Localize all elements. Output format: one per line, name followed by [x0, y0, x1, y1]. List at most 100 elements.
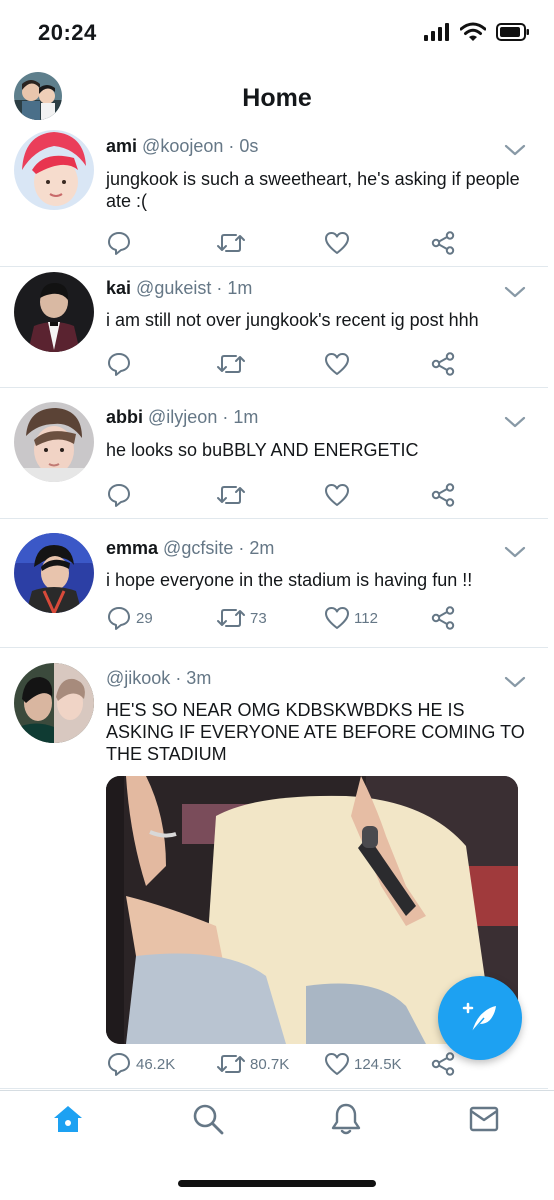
tweet-timestamp: · 0s — [228, 136, 259, 156]
like-count: 112 — [354, 609, 378, 627]
tab-home[interactable] — [48, 1099, 88, 1139]
like-button[interactable]: 112 — [324, 605, 378, 631]
retweet-icon — [217, 355, 245, 373]
reply-button[interactable] — [106, 351, 136, 377]
reply-icon — [108, 232, 130, 255]
tweet-handle[interactable]: @jikook — [106, 668, 170, 688]
tweet-handle[interactable]: @koojeon — [142, 136, 223, 156]
reply-icon — [108, 484, 130, 507]
tweet-author-name[interactable]: kai — [106, 278, 131, 298]
share-icon — [431, 606, 455, 630]
like-button[interactable] — [324, 482, 354, 508]
status-bar: 20:24 — [0, 0, 554, 66]
share-button[interactable] — [430, 351, 456, 377]
tab-search[interactable] — [188, 1099, 228, 1139]
tweet-timestamp: · 2m — [238, 538, 275, 558]
reply-button[interactable]: 29 — [106, 605, 153, 631]
share-icon — [431, 483, 455, 507]
tweet-author-name[interactable]: abbi — [106, 407, 143, 427]
tweet-text: HE'S SO NEAR OMG KDBSKWBDKS HE IS ASKING… — [106, 700, 525, 764]
chevron-down-icon[interactable] — [504, 143, 526, 157]
retweet-icon — [217, 1055, 245, 1073]
retweet-button[interactable]: 80.7K — [216, 1051, 289, 1077]
reply-button[interactable] — [106, 482, 136, 508]
heart-icon — [325, 353, 349, 375]
notifications-icon — [331, 1103, 361, 1135]
reply-icon — [108, 1053, 130, 1076]
tweet-timestamp: · 1m — [216, 278, 253, 298]
tweet-author-name[interactable]: ami — [106, 136, 137, 156]
reply-button[interactable]: 46.2K — [106, 1051, 175, 1077]
tweet-header: kai @gukeist · 1m — [106, 278, 252, 299]
like-button[interactable]: 124.5K — [324, 1051, 402, 1077]
tweet-header: abbi @ilyjeon · 1m — [106, 407, 258, 428]
like-button[interactable] — [324, 230, 354, 256]
avatar[interactable] — [14, 272, 94, 352]
tweet-actions: 46.2K 80.7K 124.5K — [106, 1051, 476, 1079]
retweet-button[interactable]: 73 — [216, 605, 267, 631]
heart-icon — [325, 484, 349, 506]
tweet-handle[interactable]: @gukeist — [136, 278, 211, 298]
chevron-down-icon[interactable] — [504, 415, 526, 429]
compose-feather-icon — [462, 1002, 496, 1033]
tweet[interactable]: emma @gcfsite · 2m i hope everyone in th… — [0, 519, 548, 648]
page-title: Home — [242, 84, 312, 112]
share-icon — [431, 352, 455, 376]
tweet-text: jungkook is such a sweetheart, he's aski… — [106, 169, 520, 211]
tweet[interactable]: abbi @ilyjeon · 1m he looks so buBBLY AN… — [0, 388, 548, 519]
retweet-icon — [217, 609, 245, 627]
share-button[interactable] — [430, 1051, 456, 1077]
tweet-text: he looks so buBBLY AND ENERGETIC — [106, 440, 419, 460]
heart-icon — [325, 607, 349, 629]
share-button[interactable] — [430, 230, 456, 256]
retweet-button[interactable] — [216, 482, 250, 508]
chevron-down-icon[interactable] — [504, 675, 526, 689]
tab-notifications[interactable] — [326, 1099, 366, 1139]
tweet-handle[interactable]: @ilyjeon — [148, 407, 217, 427]
compose-tweet-button[interactable] — [438, 976, 522, 1060]
tweet-actions: 29 73 112 — [106, 605, 476, 633]
tweet-text: i hope everyone in the stadium is having… — [106, 570, 473, 590]
tweet-author-name[interactable]: emma — [106, 538, 158, 558]
tweet-text: i am still not over jungkook's recent ig… — [106, 310, 479, 330]
wifi-icon — [460, 22, 486, 41]
retweet-icon — [217, 486, 245, 504]
tweet-header: ami @koojeon · 0s — [106, 136, 258, 157]
chevron-down-icon[interactable] — [504, 285, 526, 299]
chevron-down-icon[interactable] — [504, 545, 526, 559]
avatar[interactable] — [14, 533, 94, 613]
search-icon — [193, 1104, 224, 1135]
tweet[interactable]: ami @koojeon · 0s jungkook is such a swe… — [0, 128, 548, 267]
like-button[interactable] — [324, 351, 354, 377]
tweet-actions — [106, 230, 476, 258]
top-header: Home — [0, 66, 554, 128]
tab-messages[interactable] — [464, 1099, 504, 1139]
reply-button[interactable] — [106, 230, 136, 256]
like-count: 124.5K — [354, 1055, 402, 1073]
share-icon — [431, 231, 455, 255]
share-button[interactable] — [430, 605, 456, 631]
retweet-button[interactable] — [216, 230, 250, 256]
avatar[interactable] — [14, 663, 94, 743]
home-icon — [54, 1106, 82, 1132]
status-time: 20:24 — [38, 20, 97, 45]
avatar[interactable] — [14, 130, 94, 210]
retweet-count: 73 — [250, 609, 267, 627]
reply-icon — [108, 607, 130, 630]
retweet-button[interactable] — [216, 351, 250, 377]
tweet[interactable]: kai @gukeist · 1m i am still not over ju… — [0, 267, 548, 388]
home-indicator[interactable] — [178, 1180, 376, 1187]
share-button[interactable] — [430, 482, 456, 508]
tweet-actions — [106, 482, 476, 510]
tweet-timestamp: · 3m — [175, 668, 212, 688]
tweet-actions — [106, 351, 476, 379]
messages-icon — [469, 1106, 499, 1132]
reply-count: 29 — [136, 609, 153, 627]
tweet-timestamp: · 1m — [222, 407, 259, 427]
retweet-count: 80.7K — [250, 1055, 290, 1073]
tweet-handle[interactable]: @gcfsite — [163, 538, 233, 558]
timeline-feed: ami @koojeon · 0s jungkook is such a swe… — [0, 128, 548, 1089]
signal-icon — [424, 23, 449, 41]
retweet-icon — [217, 234, 245, 252]
avatar[interactable] — [14, 402, 94, 482]
